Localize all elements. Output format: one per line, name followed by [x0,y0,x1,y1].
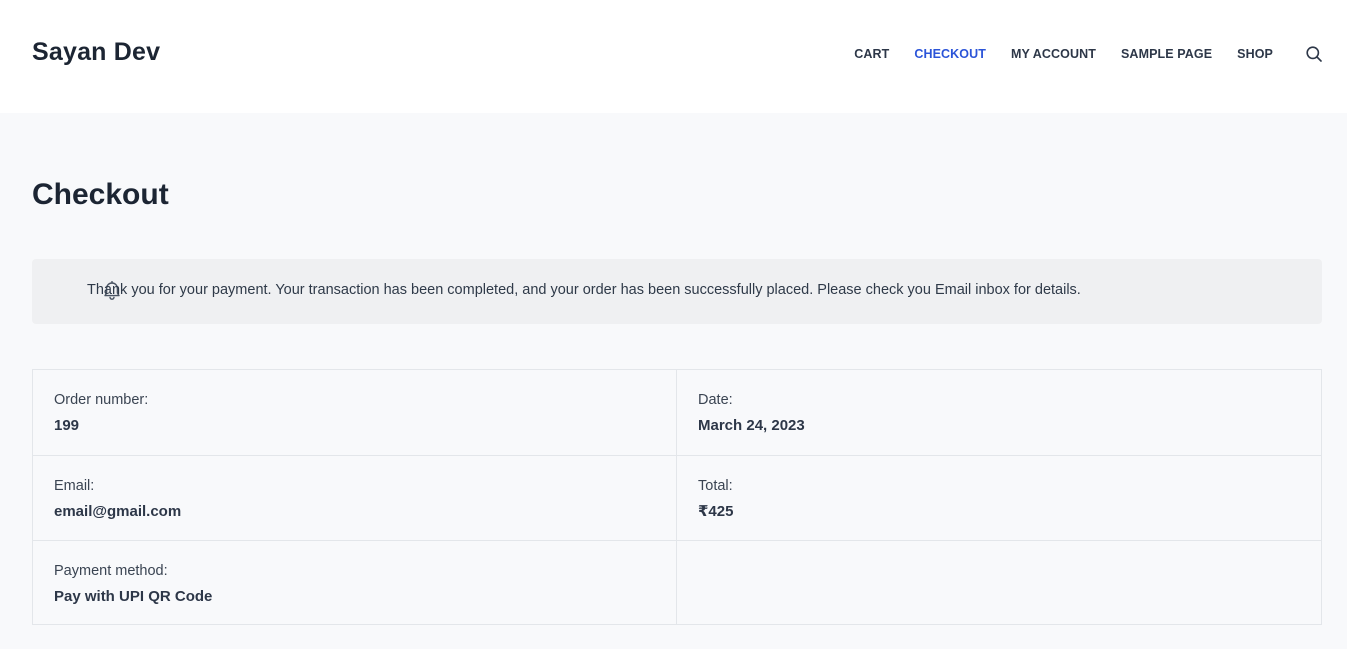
payment-notice: Thank you for your payment. Your transac… [32,259,1322,324]
total-cell: Total: ₹425 [677,456,1321,541]
site-header: Sayan Dev CART CHECKOUT MY ACCOUNT SAMPL… [0,0,1347,113]
email-label: Email: [54,478,95,494]
search-button[interactable] [1305,45,1323,63]
total-value: ₹425 [698,503,734,520]
order-details-table: Order number: 199 Date: March 24, 2023 E… [32,369,1322,625]
email-value: email@gmail.com [54,503,182,520]
total-label: Total: [698,478,733,494]
date-cell: Date: March 24, 2023 [677,370,1321,456]
payment-method-cell: Payment method: Pay with UPI QR Code [33,541,677,624]
nav-item-sample-page[interactable]: SAMPLE PAGE [1121,47,1212,61]
nav-item-my-account[interactable]: MY ACCOUNT [1011,47,1096,61]
notice-text: Thank you for your payment. Your transac… [87,282,1081,298]
page-title: Checkout [32,178,169,211]
nav-item-shop[interactable]: SHOP [1237,47,1273,61]
order-number-value: 199 [54,417,80,434]
nav-item-checkout[interactable]: CHECKOUT [914,47,986,61]
date-label: Date: [698,392,733,408]
empty-cell [677,541,1321,624]
payment-method-value: Pay with UPI QR Code [54,588,213,605]
site-title[interactable]: Sayan Dev [32,38,160,67]
payment-method-label: Payment method: [54,563,168,579]
order-number-cell: Order number: 199 [33,370,677,456]
search-icon [1306,46,1322,62]
date-value: March 24, 2023 [698,417,805,434]
main-nav: CART CHECKOUT MY ACCOUNT SAMPLE PAGE SHO… [854,0,1347,108]
nav-item-cart[interactable]: CART [854,47,889,61]
email-cell: Email: email@gmail.com [33,456,677,541]
order-number-label: Order number: [54,392,149,408]
